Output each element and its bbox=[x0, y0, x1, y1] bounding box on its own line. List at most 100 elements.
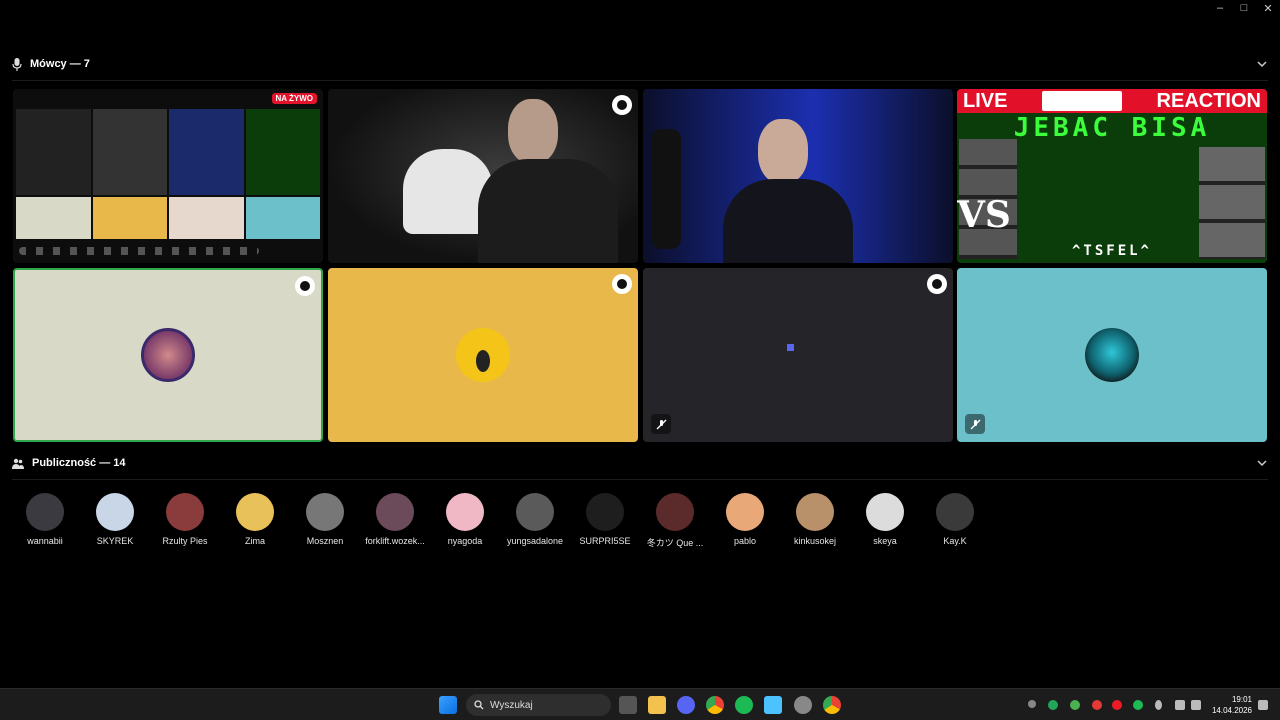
taskbar-clock[interactable]: 19:01 14.04.2026 bbox=[1212, 694, 1252, 716]
audience-name: Zima bbox=[245, 536, 265, 546]
tray-network-icon[interactable] bbox=[1175, 700, 1185, 710]
avatar bbox=[726, 493, 764, 531]
avatar bbox=[166, 493, 204, 531]
chrome-active-icon[interactable] bbox=[823, 696, 841, 714]
avatar bbox=[586, 493, 624, 531]
person-face bbox=[508, 99, 558, 164]
webcam-tile-1[interactable] bbox=[328, 89, 638, 263]
clock-date: 14.04.2026 bbox=[1211, 706, 1252, 715]
chevron-down-icon[interactable] bbox=[1256, 58, 1268, 70]
audience-name: 冬カツ Que ... bbox=[646, 538, 704, 548]
live-banner: LIVE REACTION bbox=[957, 89, 1267, 113]
audience-member[interactable]: yungsadalone bbox=[500, 493, 570, 546]
tray-chevron-icon[interactable] bbox=[1028, 700, 1036, 708]
avatar-tile-3[interactable] bbox=[643, 268, 953, 442]
avatar bbox=[656, 493, 694, 531]
user-avatar bbox=[141, 328, 195, 382]
vs-text: VS bbox=[957, 194, 1011, 236]
divider bbox=[12, 80, 1268, 81]
audience-name: pablo bbox=[733, 536, 757, 546]
live-badge: NA ŻYWO bbox=[271, 93, 317, 104]
avatar bbox=[96, 493, 134, 531]
tray-app-icon[interactable] bbox=[1112, 700, 1122, 710]
avatar bbox=[306, 493, 344, 531]
audience-member[interactable]: Mosznen bbox=[290, 493, 360, 546]
search-icon bbox=[474, 700, 484, 710]
audience-member[interactable]: SKYREK bbox=[80, 493, 150, 546]
notepad-icon[interactable] bbox=[764, 696, 782, 714]
notification-icon[interactable] bbox=[1258, 700, 1268, 710]
avatar bbox=[936, 493, 974, 531]
tray-app-icon[interactable] bbox=[1070, 700, 1080, 710]
audience-member[interactable]: Kay.K bbox=[920, 493, 990, 546]
chrome-icon[interactable] bbox=[706, 696, 724, 714]
audience-member[interactable]: skeya bbox=[850, 493, 920, 546]
banner-logo bbox=[1042, 91, 1122, 111]
avatar bbox=[516, 493, 554, 531]
audience-name: Rzulty Pies bbox=[162, 536, 208, 546]
avatar bbox=[446, 493, 484, 531]
avatar-tile-4[interactable] bbox=[957, 268, 1267, 442]
muted-icon bbox=[651, 414, 671, 434]
audience-member[interactable]: kinkusokej bbox=[780, 493, 850, 546]
taskbar: Wyszukaj 19:01 14.04.2026 bbox=[0, 688, 1280, 720]
task-view-icon[interactable] bbox=[619, 696, 637, 714]
spotify-icon[interactable] bbox=[735, 696, 753, 714]
tray-spotify-icon[interactable] bbox=[1133, 700, 1143, 710]
user-avatar bbox=[787, 344, 794, 351]
badge-icon bbox=[612, 95, 632, 115]
speakers-header[interactable]: Mówcy — 7 bbox=[0, 49, 1280, 79]
audience-member[interactable]: Rzulty Pies bbox=[150, 493, 220, 546]
audience-member[interactable]: SURPRI5SE bbox=[570, 493, 640, 546]
avatar-tile-2[interactable] bbox=[328, 268, 638, 442]
person-face bbox=[758, 119, 808, 184]
person-body bbox=[478, 159, 618, 263]
audience-member[interactable]: pablo bbox=[710, 493, 780, 546]
tray-status-icon[interactable] bbox=[1048, 700, 1058, 710]
audience-header[interactable]: Publiczność — 14 bbox=[0, 448, 1280, 478]
clock-time: 19:01 bbox=[1231, 695, 1252, 704]
audience-name: SURPRI5SE bbox=[579, 536, 631, 546]
audience-member[interactable]: forklift.wozek... bbox=[360, 493, 430, 546]
webcam-tile-2[interactable] bbox=[643, 89, 953, 263]
tray-volume-icon[interactable] bbox=[1191, 700, 1201, 710]
app-icon[interactable] bbox=[794, 696, 812, 714]
audience-member[interactable]: nyagoda bbox=[430, 493, 500, 546]
avatar bbox=[236, 493, 274, 531]
audience-name: SKYREK bbox=[96, 536, 134, 546]
audience-name: nyagoda bbox=[447, 536, 483, 546]
audience-name: skeya bbox=[873, 536, 897, 546]
audience-name: kinkusokej bbox=[793, 536, 837, 546]
audience-name: wannabii bbox=[27, 536, 63, 546]
file-explorer-icon[interactable] bbox=[648, 696, 666, 714]
audience-member[interactable]: 冬カツ Que ... bbox=[640, 493, 710, 549]
avatar bbox=[26, 493, 64, 531]
avatar bbox=[796, 493, 834, 531]
chevron-down-icon[interactable] bbox=[1256, 457, 1268, 469]
audience-member[interactable]: wannabii bbox=[10, 493, 80, 546]
maximize-icon[interactable]: □ bbox=[1232, 0, 1256, 16]
mini-grid-avatars bbox=[16, 197, 320, 239]
audience-label: Publiczność — 14 bbox=[32, 457, 126, 469]
audience-name: Kay.K bbox=[943, 536, 967, 546]
tray-app-icon[interactable] bbox=[1092, 700, 1102, 710]
avatar bbox=[866, 493, 904, 531]
minimize-icon[interactable]: – bbox=[1208, 0, 1232, 16]
footer-text: ^TSFEL^ bbox=[1071, 243, 1152, 259]
avatar-tile-1[interactable] bbox=[13, 268, 323, 442]
close-icon[interactable]: ✕ bbox=[1256, 0, 1280, 16]
windows-start-icon[interactable] bbox=[439, 696, 457, 714]
audience-icon bbox=[12, 458, 24, 469]
microphone-icon bbox=[12, 57, 22, 71]
audience-name: Mosznen bbox=[306, 536, 344, 546]
screen-share-tile[interactable]: NA ŻYWO bbox=[13, 89, 323, 263]
audience-member[interactable]: Zima bbox=[220, 493, 290, 546]
audience-name: forklift.wozek... bbox=[365, 536, 425, 546]
live-reaction-tile[interactable]: LIVE REACTION JEBAC BISA VS ^TSFEL^ bbox=[957, 89, 1267, 263]
search-placeholder: Wyszukaj bbox=[490, 699, 533, 711]
discord-icon[interactable] bbox=[677, 696, 695, 714]
tray-microphone-icon[interactable] bbox=[1155, 700, 1162, 710]
audience-name: yungsadalone bbox=[506, 536, 564, 546]
mini-audience bbox=[19, 247, 259, 255]
taskbar-search[interactable]: Wyszukaj bbox=[466, 694, 611, 716]
